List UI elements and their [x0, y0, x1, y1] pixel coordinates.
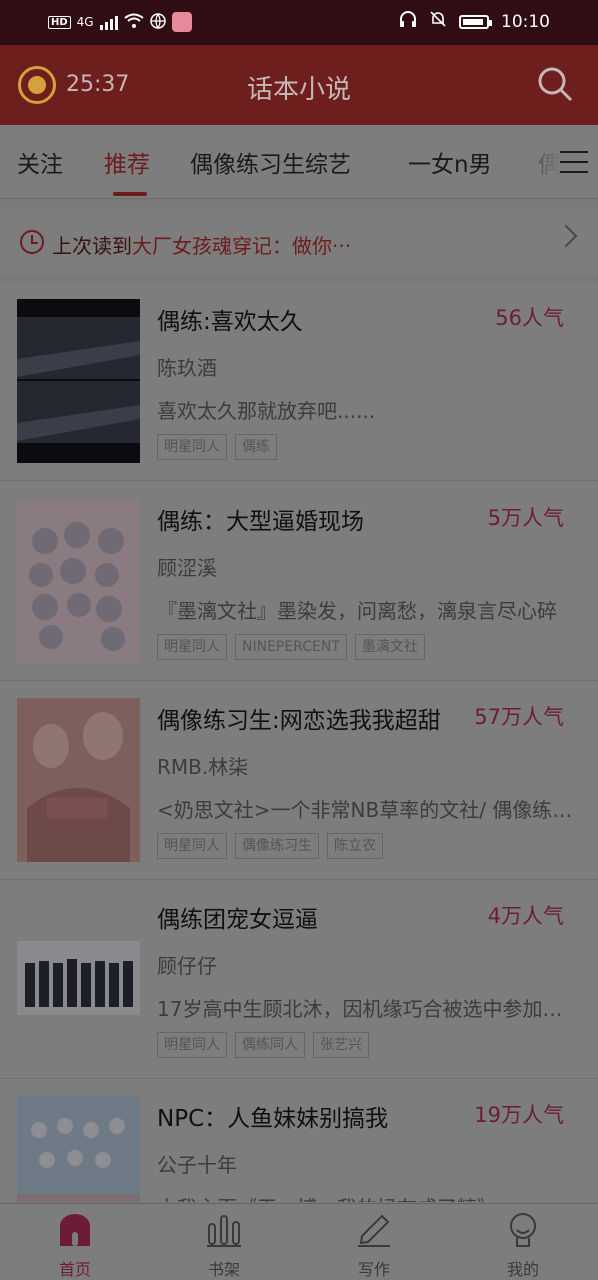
- popularity-count: 19万人气: [474, 1103, 564, 1127]
- tab-recommend[interactable]: 推荐: [104, 145, 150, 179]
- nav-profile-label: 我的: [506, 1260, 539, 1279]
- book-tags: 明星同人 偶像练习生 陈立农: [157, 833, 383, 859]
- tab-harem[interactable]: 一女n男: [408, 145, 492, 179]
- tab-follow[interactable]: 关注: [17, 145, 63, 179]
- status-right: 10:10: [399, 10, 550, 33]
- nav-bookshelf[interactable]: 书架: [149, 1204, 299, 1280]
- tag[interactable]: 墨漓文社: [354, 634, 425, 660]
- last-read-prefix: 上次读到: [52, 234, 132, 258]
- nav-bookshelf-label: 书架: [207, 1260, 240, 1279]
- nav-profile[interactable]: 我的: [448, 1204, 598, 1280]
- book-author: 顾涩溪: [157, 556, 217, 580]
- book-description: <奶思文社>一个非常NB草率的文社/ 偶像练习生: [157, 798, 577, 822]
- tag[interactable]: 张艺兴: [313, 1032, 369, 1058]
- tag[interactable]: 明星同人: [157, 434, 227, 460]
- book-author: RMB.林柒: [157, 755, 249, 779]
- book-cover: [17, 299, 140, 463]
- book-title: 偶像练习生:网恋选我我超甜: [157, 708, 441, 734]
- book-title: 偶练：大型逼婚现场: [157, 509, 364, 535]
- globe-icon: [149, 12, 166, 32]
- app-header: 25:37 话本小说: [0, 45, 598, 125]
- popularity-count: 5万人气: [487, 506, 564, 530]
- book-title: NPC：人鱼妹妹别搞我: [157, 1106, 389, 1132]
- hd-badge: HD: [48, 15, 71, 29]
- tab-menu-button[interactable]: [538, 125, 598, 198]
- book-description: 占我主页《王一博，我的妈在成了精》: [157, 1192, 577, 1202]
- signal-icon: [99, 14, 118, 30]
- status-bar: HD 4G 10:10: [0, 0, 598, 45]
- book-item[interactable]: 偶练：大型逼婚现场 5万人气 顾涩溪 『墨漓文社』墨染发，问离愁，漓泉言尽心碎 …: [0, 482, 598, 681]
- book-author: 陈玖酒: [157, 356, 217, 380]
- profile-icon: [510, 1213, 536, 1247]
- search-icon: [538, 67, 573, 102]
- status-left: HD 4G: [48, 12, 192, 32]
- menu-icon: [560, 151, 588, 181]
- active-tab-indicator: [113, 192, 147, 196]
- book-author: 公子十年: [157, 1153, 237, 1177]
- nav-write-label: 写作: [357, 1260, 390, 1279]
- book-item[interactable]: NPC：人鱼妹妹别搞我 19万人气 公子十年 占我主页《王一博，我的妈在成了精》: [0, 1079, 598, 1202]
- mute-bell-icon: [429, 10, 447, 33]
- tag[interactable]: 偶练同人: [235, 1032, 305, 1058]
- book-tags: 明星同人 偶练同人 张艺兴: [157, 1032, 369, 1058]
- tab-idol-trainee[interactable]: 偶像练习生综艺: [190, 145, 351, 179]
- popularity-count: 56人气: [495, 306, 564, 330]
- tag[interactable]: 明星同人: [157, 1032, 227, 1058]
- app-notification-icon: [171, 12, 192, 32]
- book-cover: [17, 499, 140, 663]
- popularity-count: 4万人气: [487, 904, 564, 928]
- book-author: 顾仔仔: [157, 954, 217, 978]
- battery-icon: [459, 14, 492, 29]
- last-read-text: 上次读到大厂女孩魂穿记：做你···: [52, 230, 351, 259]
- book-list: 偶练:喜欢太久 56人气 陈玖酒 喜欢太久那就放弃吧...... 明星同人 偶练…: [0, 282, 598, 1202]
- book-tags: 明星同人 偶练: [157, 434, 277, 460]
- wifi-icon: [123, 13, 144, 32]
- last-read-title: 大厂女孩魂穿记：做你···: [132, 234, 352, 258]
- tag[interactable]: 偶练: [235, 434, 277, 460]
- book-tags: 明星同人 NINEPERCENT 墨漓文社: [157, 634, 425, 660]
- bottom-navigation: 首页 书架 写作 我的: [0, 1203, 598, 1280]
- tag[interactable]: 陈立农: [327, 833, 383, 859]
- book-description: 17岁高中生顾北沐，因机缘巧合被选中参加偶练: [157, 997, 577, 1021]
- page-title: 话本小说: [246, 75, 351, 105]
- popularity-count: 57万人气: [474, 705, 564, 729]
- book-title: 偶练团宠女逗逼: [157, 907, 318, 933]
- book-description: 『墨漓文社』墨染发，问离愁，漓泉言尽心碎: [157, 599, 557, 623]
- book-cover: [17, 897, 140, 1061]
- last-read-banner[interactable]: 上次读到大厂女孩魂穿记：做你···: [0, 208, 598, 274]
- book-description: 喜欢太久那就放弃吧......: [157, 399, 376, 423]
- category-tabs: 关注 推荐 偶像练习生综艺 一女n男 偶: [0, 125, 598, 199]
- search-button[interactable]: [536, 65, 574, 103]
- clock-icon: [20, 230, 44, 254]
- bookshelf-icon: [207, 1215, 241, 1247]
- book-title: 偶练:喜欢太久: [157, 309, 303, 335]
- nav-home[interactable]: 首页: [0, 1204, 150, 1280]
- headphone-icon: [399, 10, 417, 33]
- book-cover: [17, 1096, 140, 1202]
- tag[interactable]: 偶像练习生: [235, 833, 319, 859]
- book-item[interactable]: 偶练团宠女逗逼 4万人气 顾仔仔 17岁高中生顾北沐，因机缘巧合被选中参加偶练 …: [0, 880, 598, 1079]
- tag[interactable]: 明星同人: [157, 833, 227, 859]
- home-icon: [60, 1214, 90, 1246]
- book-cover: [17, 698, 140, 862]
- network-label: 4G: [76, 15, 94, 29]
- tag[interactable]: NINEPERCENT: [235, 634, 347, 660]
- book-item[interactable]: 偶练:喜欢太久 56人气 陈玖酒 喜欢太久那就放弃吧...... 明星同人 偶练: [0, 282, 598, 481]
- tag[interactable]: 明星同人: [157, 634, 227, 660]
- book-item[interactable]: 偶像练习生:网恋选我我超甜 57万人气 RMB.林柒 <奶思文社>一个非常NB草…: [0, 681, 598, 880]
- nav-write[interactable]: 写作: [299, 1204, 449, 1280]
- pen-icon: [358, 1214, 390, 1247]
- clock-time: 10:10: [501, 11, 550, 32]
- nav-home-label: 首页: [58, 1260, 91, 1279]
